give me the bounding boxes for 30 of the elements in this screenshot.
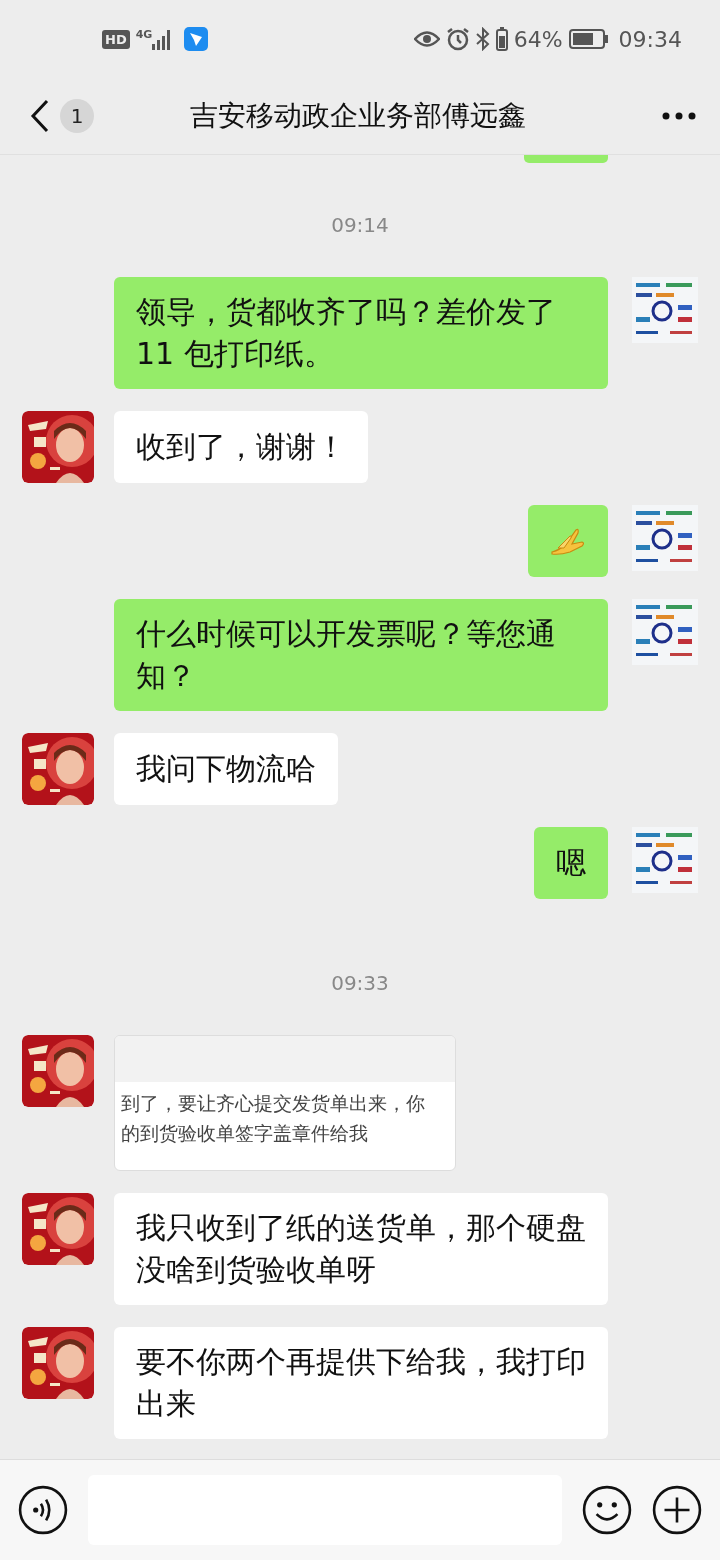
- battery-percent: 64%: [513, 26, 563, 52]
- plus-icon[interactable]: [652, 1485, 702, 1535]
- image-text: 的到货验收单签字盖章件给我: [121, 1121, 369, 1146]
- chat-title: 吉安移动政企业务部傅远鑫: [189, 98, 527, 134]
- eye-icon: [413, 30, 440, 48]
- bluetooth-icon: [475, 27, 490, 51]
- hd-badge: HD: [102, 29, 130, 49]
- back-icon[interactable]: [30, 99, 50, 133]
- message-text: 我只收到了纸的送货单，那个硬盘没啥到货验收单呀: [136, 1209, 586, 1289]
- unread-count: 1: [60, 99, 94, 133]
- message-text: 什么时候可以开发票呢？等您通知？: [136, 615, 557, 695]
- network-type: 4G: [135, 27, 153, 41]
- alarm-icon: [445, 27, 470, 51]
- message-time: 09:33: [331, 971, 389, 995]
- more-icon[interactable]: [662, 112, 696, 120]
- message-text: 领导，货都收齐了吗？差价发了 11 包打印纸。: [136, 293, 557, 373]
- image-text: 到了，要让齐心提交发货单出来，你: [121, 1091, 426, 1116]
- clock-time: 09:34: [618, 26, 682, 52]
- screenshot-image[interactable]: 到了，要让齐心提交发货单出来，你 的到货验收单签字盖章件给我: [114, 1035, 456, 1171]
- hands-emoji-icon: [550, 526, 586, 556]
- message-time: 09:14: [331, 213, 389, 237]
- emoji-icon[interactable]: [582, 1485, 632, 1535]
- message-text: 嗯: [556, 844, 586, 882]
- app-icon: [184, 27, 209, 51]
- voice-icon[interactable]: [18, 1485, 68, 1535]
- battery-icon: [568, 29, 609, 49]
- message-text: 收到了，谢谢！: [136, 428, 346, 466]
- battery-small-icon: [495, 27, 508, 51]
- message-text: 我问下物流哈: [136, 750, 316, 788]
- message-text: 要不你两个再提供下给我，我打印出来: [136, 1343, 586, 1423]
